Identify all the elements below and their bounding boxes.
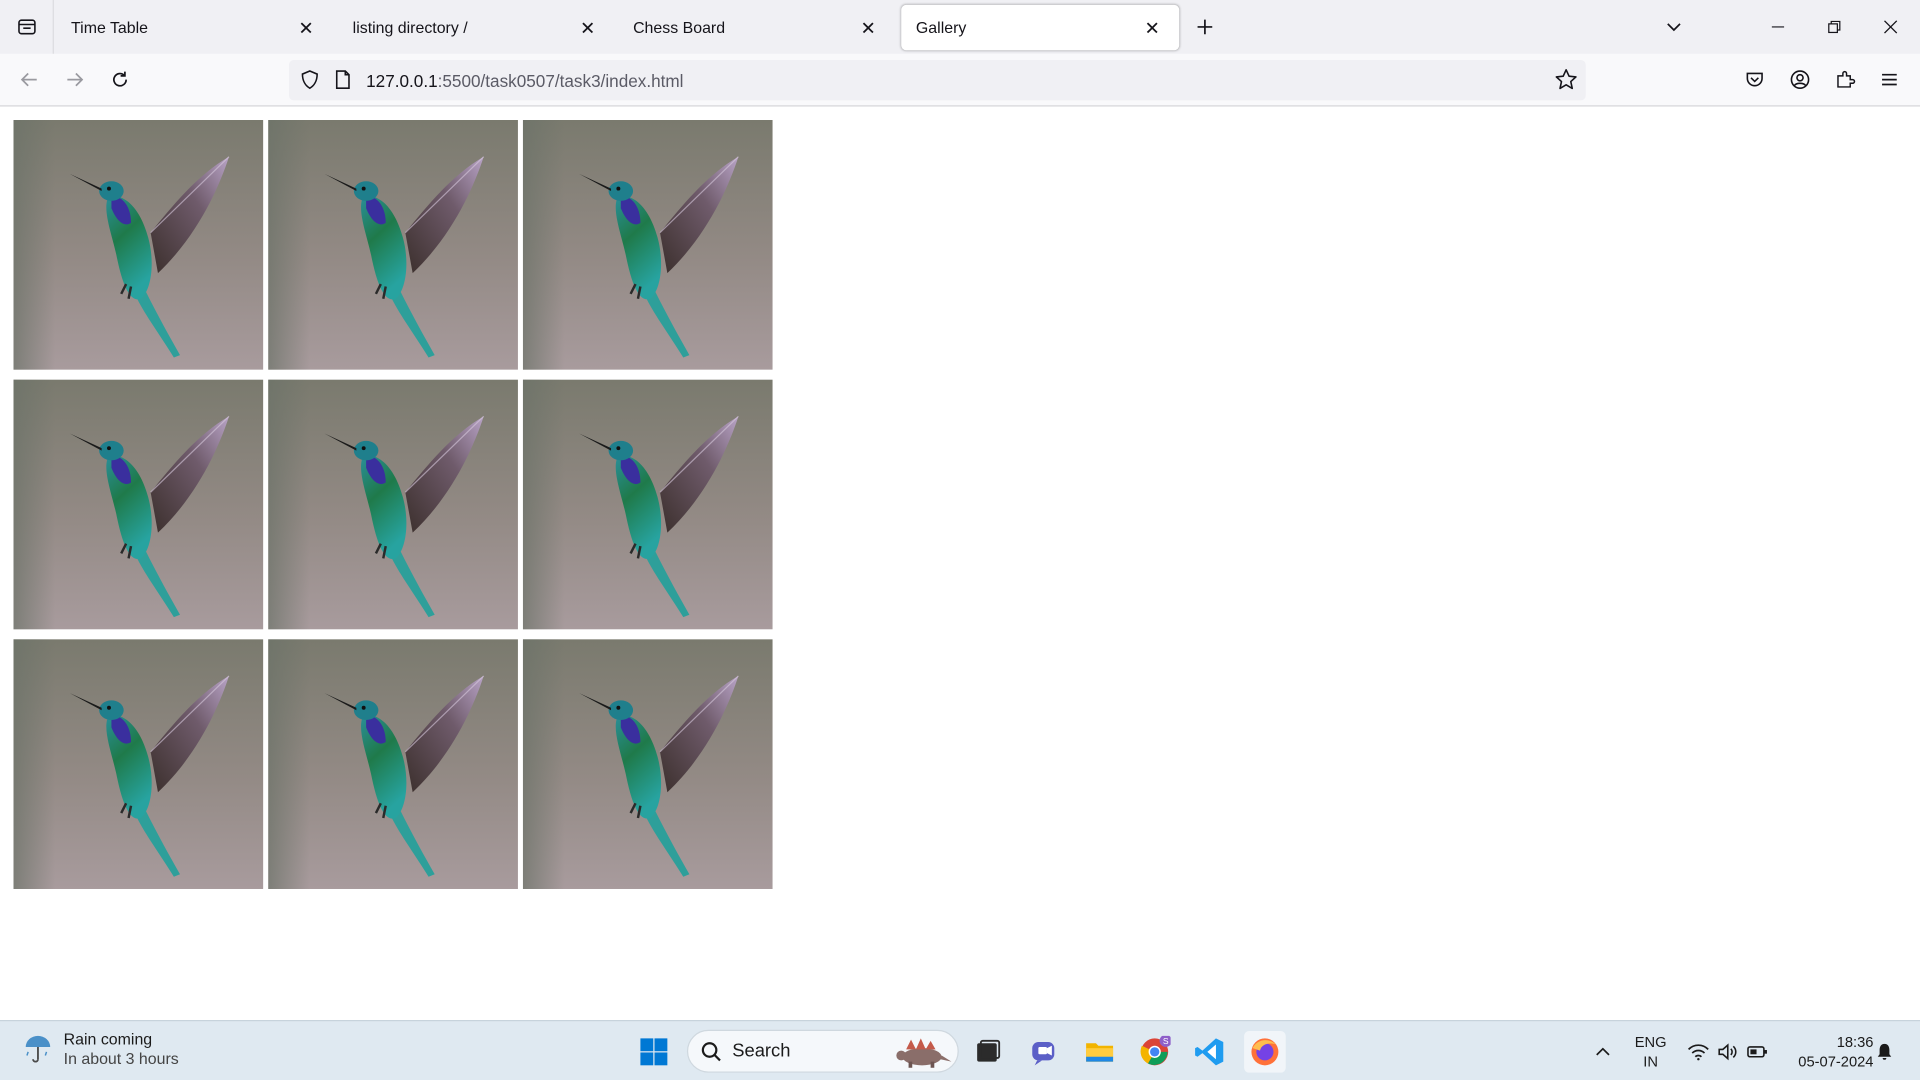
close-window-button[interactable] [1862, 0, 1918, 54]
search-label: Search [732, 1040, 791, 1062]
plus-icon [1197, 19, 1213, 35]
chat-icon [1032, 1042, 1055, 1066]
arrow-right-icon [67, 72, 84, 87]
account-button[interactable] [1782, 61, 1819, 98]
minimize-icon [1771, 26, 1785, 28]
list-all-tabs-button[interactable] [1646, 0, 1702, 54]
notifications-button[interactable] [1864, 1031, 1906, 1073]
gallery-image[interactable] [522, 379, 773, 630]
pocket-icon [1746, 72, 1763, 87]
close-icon [1884, 20, 1898, 34]
close-icon[interactable]: ✕ [294, 15, 318, 39]
taskbar-search[interactable]: Search [686, 1029, 959, 1073]
tab-title: Gallery [915, 18, 967, 37]
account-icon [1790, 70, 1810, 89]
vscode-icon [1195, 1038, 1224, 1066]
app-menu-button[interactable] [1871, 61, 1908, 98]
tab-gallery[interactable]: Gallery ✕ [901, 4, 1180, 51]
gallery-image[interactable] [13, 120, 264, 370]
gallery-image[interactable] [268, 379, 518, 630]
restore-button[interactable] [1806, 0, 1862, 54]
task-view-icon [977, 1039, 1001, 1062]
windows-taskbar: Rain coming In about 3 hours Search S EN… [0, 1020, 1920, 1080]
tracking-protection-icon[interactable] [299, 69, 321, 97]
navigation-toolbar: 127.0.0.1:5500/task0507/task3/index.html [0, 53, 1920, 107]
region-code: IN [1643, 1053, 1658, 1071]
chevron-up-icon [1596, 1047, 1610, 1056]
start-button[interactable] [633, 1031, 675, 1073]
forward-button[interactable] [56, 61, 93, 98]
tab-title: Chess Board [633, 18, 726, 37]
hamburger-menu-icon [1882, 73, 1897, 86]
close-icon[interactable]: ✕ [856, 15, 880, 39]
vscode-button[interactable] [1189, 1031, 1231, 1073]
dinosaur-icon [896, 1037, 952, 1068]
puzzle-icon [1837, 70, 1856, 88]
gallery-image[interactable] [268, 120, 518, 370]
tab-title: listing directory / [352, 18, 468, 37]
back-button[interactable] [11, 61, 48, 98]
gallery-image[interactable] [268, 639, 518, 889]
page-icon[interactable] [333, 69, 353, 97]
minimize-button[interactable] [1750, 0, 1806, 54]
task-view-button[interactable] [967, 1031, 1009, 1073]
arrow-left-icon [20, 72, 37, 87]
clock-time: 18:36 [1836, 1033, 1874, 1051]
bell-icon [1877, 1043, 1892, 1060]
firefox-button[interactable] [1244, 1031, 1286, 1073]
show-hidden-icons-button[interactable] [1582, 1031, 1624, 1073]
close-icon[interactable]: ✕ [576, 15, 600, 39]
teams-chat-button[interactable] [1024, 1031, 1066, 1073]
tab-chess-board[interactable]: Chess Board ✕ [618, 5, 895, 50]
url-host: 127.0.0.1 [366, 71, 438, 91]
tab-title: Time Table [71, 18, 149, 37]
tab-time-table[interactable]: Time Table ✕ [56, 5, 333, 50]
restore-icon [1828, 20, 1841, 34]
clock-date: 05-07-2024 [1798, 1053, 1874, 1071]
chevron-down-icon [1667, 23, 1681, 32]
gallery-image[interactable] [13, 639, 264, 889]
address-bar[interactable]: 127.0.0.1:5500/task0507/task3/index.html [288, 60, 1586, 101]
screen: Time Table ✕ listing directory / ✕ Chess… [0, 0, 1920, 1080]
file-explorer-button[interactable] [1079, 1031, 1121, 1073]
chrome-icon: S [1140, 1035, 1171, 1066]
reload-button[interactable] [102, 61, 139, 98]
weather-subtitle: In about 3 hours [63, 1049, 179, 1068]
gallery-image[interactable] [522, 120, 773, 370]
tab-strip: Time Table ✕ listing directory / ✕ Chess… [0, 0, 1920, 54]
battery-icon [1747, 1046, 1767, 1058]
url-path: :5500/task0507/task3/index.html [437, 71, 684, 91]
language-indicator[interactable]: ENG IN [1629, 1032, 1673, 1071]
language-code: ENG [1634, 1033, 1667, 1051]
chrome-button[interactable]: S [1134, 1031, 1176, 1073]
clock[interactable]: 18:36 05-07-2024 [1778, 1032, 1874, 1071]
battery-button[interactable] [1736, 1031, 1778, 1073]
tab-listing-directory[interactable]: listing directory / ✕ [338, 5, 615, 50]
new-tab-button[interactable] [1190, 12, 1219, 41]
umbrella-rain-icon [25, 1035, 51, 1063]
close-icon[interactable]: ✕ [1140, 15, 1164, 39]
svg-text:S: S [1163, 1036, 1169, 1046]
firefox-view-icon [17, 19, 36, 35]
windows-logo-icon [640, 1038, 668, 1066]
page-content [0, 107, 1920, 1021]
pocket-button[interactable] [1736, 61, 1773, 98]
reload-icon [113, 71, 127, 87]
extensions-button[interactable] [1827, 61, 1864, 98]
gallery-image[interactable] [13, 379, 264, 630]
image-gallery [13, 120, 773, 889]
bookmark-star-icon[interactable] [1554, 67, 1578, 98]
search-icon [701, 1041, 721, 1061]
weather-widget[interactable]: Rain coming In about 3 hours [22, 1030, 179, 1069]
gallery-image[interactable] [522, 639, 773, 889]
firefox-icon [1251, 1038, 1279, 1066]
firefox-view-button[interactable] [0, 0, 54, 54]
url-text[interactable]: 127.0.0.1:5500/task0507/task3/index.html [366, 71, 683, 91]
folder-icon [1086, 1043, 1114, 1062]
weather-title: Rain coming [63, 1029, 153, 1049]
